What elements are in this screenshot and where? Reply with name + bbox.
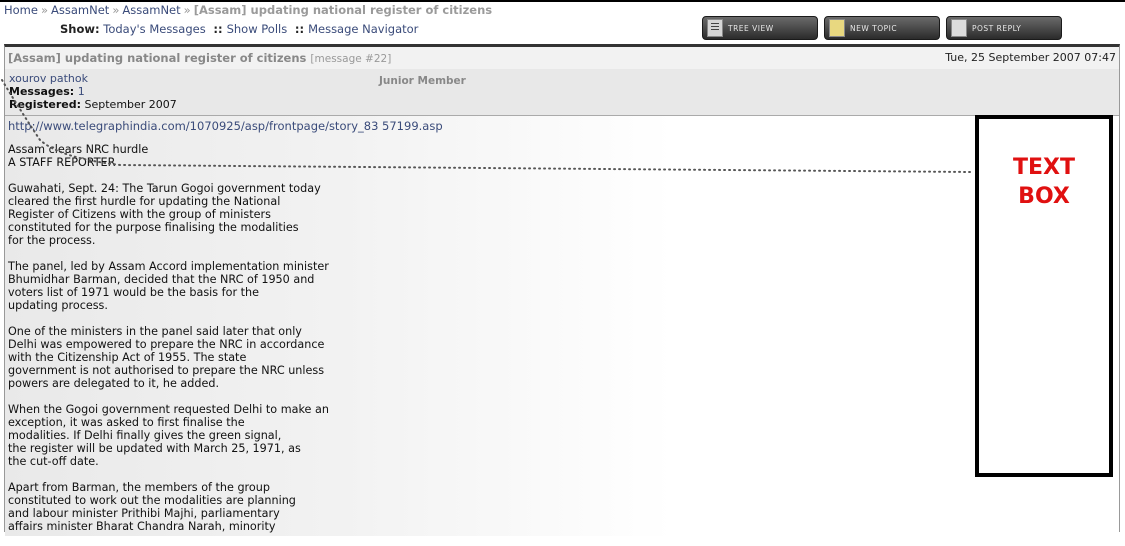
author-name-link[interactable]: xourov pathok	[9, 72, 88, 85]
breadcrumb: Home» AssamNet» AssamNet» [Assam] updating …	[4, 3, 492, 17]
new-topic-icon	[829, 19, 845, 37]
article-paragraph: One of the ministers in the panel said l…	[8, 325, 325, 390]
author-messages: Messages: 1	[9, 85, 85, 98]
message-navigator-link[interactable]: Message Navigator	[308, 22, 418, 36]
breadcrumb-separator: »	[183, 3, 191, 17]
post-reply-icon	[951, 19, 967, 37]
show-separator: ::	[294, 22, 305, 36]
breadcrumb-current: [Assam] updating national register of ci…	[193, 3, 493, 17]
article-paragraph: When the Gogoi government requested Delh…	[8, 403, 329, 468]
tree-view-label: TREE VIEW	[728, 23, 774, 33]
message-container: [Assam] updating national register of ci…	[4, 44, 1120, 536]
messages-label: Messages:	[9, 85, 75, 98]
author-info: xourov pathok Junior Member Messages: 1 …	[5, 69, 1119, 116]
text-box-label: TEXT BOX	[1012, 155, 1075, 209]
show-separator: ::	[213, 22, 223, 36]
breadcrumb-assamnet-forum-link[interactable]: AssamNet	[122, 3, 180, 17]
message-header: [Assam] updating national register of ci…	[5, 47, 1119, 70]
breadcrumb-assamnet-link[interactable]: AssamNet	[51, 3, 109, 17]
show-polls-link[interactable]: Show Polls	[227, 22, 288, 36]
message-number: [message #22]	[310, 53, 392, 65]
breadcrumb-home-link[interactable]: Home	[4, 3, 38, 17]
messages-count: 1	[77, 85, 85, 98]
message-title-text: [Assam] updating national register of ci…	[8, 51, 307, 65]
show-label: Show:	[60, 22, 100, 36]
message-date: Tue, 25 September 2007 07:47	[945, 51, 1116, 64]
text-box-annotation: TEXT BOX	[975, 115, 1113, 477]
post-reply-label: POST REPLY	[972, 23, 1022, 33]
registered-value: September 2007	[84, 98, 177, 111]
tree-view-icon	[707, 19, 723, 37]
top-border	[0, 0, 1125, 2]
registered-label: Registered:	[9, 98, 81, 111]
breadcrumb-separator: »	[112, 3, 120, 17]
article-text: Assam clears NRC hurdle A STAFF REPORTER…	[8, 143, 348, 546]
article-paragraph: The panel, led by Assam Accord implement…	[8, 260, 329, 312]
show-bar: Show: Today's Messages :: Show Polls :: Me…	[60, 22, 418, 36]
author-registered: Registered: September 2007	[9, 98, 177, 111]
article-link[interactable]: http://www.telegraphindia.com/1070925/as…	[8, 119, 443, 133]
tree-view-button[interactable]: TREE VIEW	[702, 16, 818, 40]
message-body: http://www.telegraphindia.com/1070925/as…	[5, 116, 1119, 536]
todays-messages-link[interactable]: Today's Messages	[103, 22, 205, 36]
author-rank: Junior Member	[379, 75, 466, 87]
article-paragraph: Apart from Barman, the members of the gr…	[8, 481, 296, 533]
breadcrumb-separator: »	[40, 3, 49, 17]
article-paragraph: Guwahati, Sept. 24: The Tarun Gogoi gove…	[8, 182, 321, 247]
article-paragraph: Assam clears NRC hurdle A STAFF REPORTER	[8, 143, 149, 169]
new-topic-label: NEW TOPIC	[850, 23, 898, 33]
message-title: [Assam] updating national register of ci…	[8, 51, 391, 65]
new-topic-button[interactable]: NEW TOPIC	[824, 16, 940, 40]
post-reply-button[interactable]: POST REPLY	[946, 16, 1062, 40]
